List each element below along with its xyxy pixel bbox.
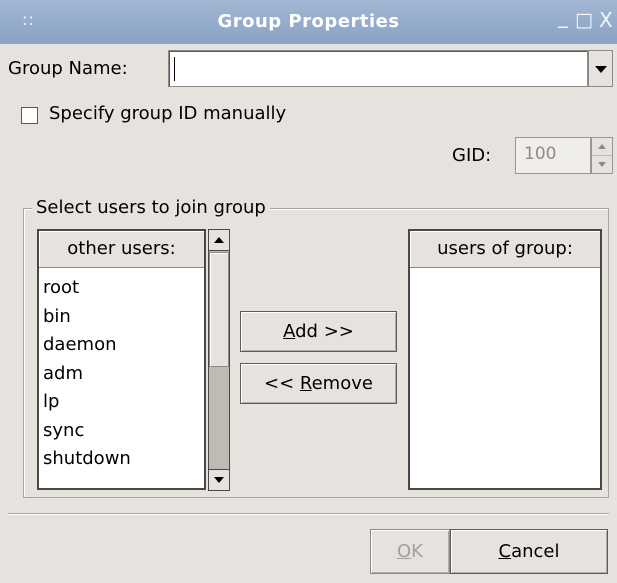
window-title: Group Properties <box>217 11 400 32</box>
dialog-separator <box>8 513 609 515</box>
remove-mnemonic: R <box>299 373 312 394</box>
add-button[interactable]: Add >> <box>240 311 397 352</box>
scrollbar-thumb[interactable] <box>209 252 229 367</box>
scroll-up-button[interactable] <box>208 229 230 251</box>
add-mnemonic: A <box>283 321 296 342</box>
arrow-up-icon <box>598 144 606 149</box>
list-item[interactable]: bin <box>43 303 131 332</box>
group-users-header[interactable]: users of group: <box>410 231 600 268</box>
specify-gid-label[interactable]: Specify group ID manually <box>49 103 286 124</box>
other-users-header[interactable]: other users: <box>39 231 204 268</box>
minimize-icon[interactable]: _ <box>558 5 568 27</box>
specify-gid-checkbox[interactable] <box>21 107 38 124</box>
group-name-label: Group Name: <box>8 58 128 79</box>
arrow-down-icon <box>214 477 224 483</box>
cancel-mnemonic: C <box>498 541 512 562</box>
list-item[interactable]: lp <box>43 388 131 417</box>
group-users-list[interactable]: users of group: <box>408 229 602 490</box>
add-label: dd >> <box>295 321 354 342</box>
list-item[interactable]: root <box>43 274 131 303</box>
list-item[interactable]: shutdown <box>43 445 131 474</box>
group-name-input[interactable] <box>168 50 588 87</box>
remove-label: emove <box>311 373 373 394</box>
cancel-button[interactable]: Cancel <box>450 529 608 574</box>
text-cursor <box>174 57 175 81</box>
close-icon[interactable]: X <box>599 9 613 31</box>
remove-prefix: << <box>264 373 300 394</box>
other-users-items: root bin daemon adm lp sync shutdown <box>43 274 131 474</box>
ok-label: K <box>411 541 423 562</box>
list-item[interactable]: adm <box>43 360 131 389</box>
frame-title: Select users to join group <box>32 197 270 218</box>
ok-button[interactable]: OK <box>370 529 450 574</box>
ok-mnemonic: O <box>397 541 412 562</box>
list-item[interactable]: sync <box>43 417 131 446</box>
remove-button[interactable]: << Remove <box>240 363 397 404</box>
gid-spinner[interactable] <box>591 137 613 174</box>
title-bar[interactable]: :: Group Properties _ □ X <box>0 0 617 44</box>
list-item[interactable]: daemon <box>43 331 131 360</box>
other-users-list[interactable]: other users: root bin daemon adm lp sync… <box>37 229 206 490</box>
gid-decrement-button[interactable] <box>592 156 612 173</box>
gid-input[interactable]: 100 <box>515 137 591 174</box>
gid-label: GID: <box>452 145 492 166</box>
gid-increment-button[interactable] <box>592 138 612 156</box>
arrow-up-icon <box>214 237 224 243</box>
chevron-down-icon <box>595 66 607 73</box>
maximize-icon[interactable]: □ <box>575 9 593 31</box>
arrow-down-icon <box>598 162 606 167</box>
cancel-label: ancel <box>511 541 560 562</box>
group-name-dropdown-button[interactable] <box>588 50 613 87</box>
scroll-down-button[interactable] <box>208 469 230 491</box>
